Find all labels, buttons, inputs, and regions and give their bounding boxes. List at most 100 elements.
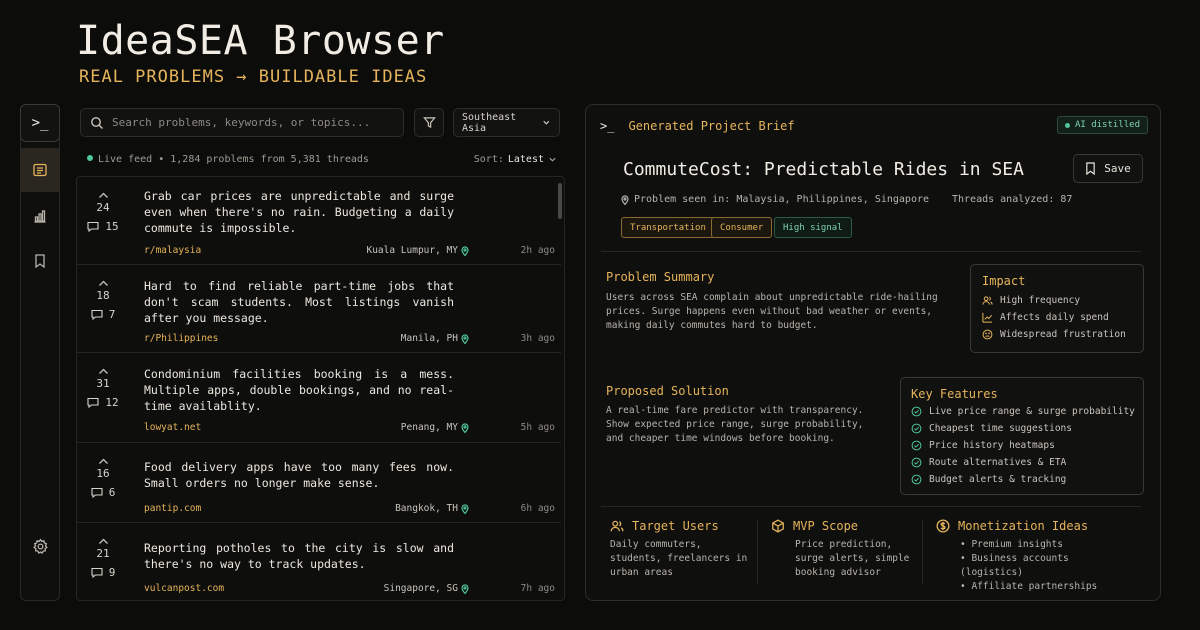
seen-in: Problem seen in: Malaysia, Philippines, … — [621, 194, 929, 205]
upvote-icon[interactable] — [98, 279, 109, 287]
location-text: Kuala Lumpur, MY — [366, 245, 458, 256]
key-features-box: Key Features Live price range & surge pr… — [900, 377, 1144, 495]
list-item[interactable]: 16 6 Food delivery apps have too many fe… — [77, 443, 561, 523]
bookmark-icon — [35, 254, 45, 269]
project-brief-panel: >_ Generated Project Brief AI distilled … — [585, 104, 1161, 601]
comment-icon — [91, 487, 103, 498]
impact-item: High frequency — [982, 292, 1126, 309]
monetization-item: • Business accounts (logistics) — [960, 553, 1069, 578]
app-title: IdeaSEA Browser — [76, 18, 445, 64]
project-title: CommuteCost: Predictable Rides in SEA — [623, 159, 1024, 180]
sort-dropdown[interactable]: Sort: Latest — [474, 154, 557, 165]
problem-summary-text: Users across SEA complain about unpredic… — [606, 292, 938, 331]
proposed-solution-text: A real-time fare predictor with transpar… — [606, 405, 864, 444]
app-tagline: REAL PROBLEMS → BUILDABLE IDEAS — [79, 67, 428, 87]
feed-status-bar: Live feed • 1,284 problems from 5,381 th… — [87, 154, 557, 165]
post-source[interactable]: r/malaysia — [144, 245, 201, 256]
filter-icon — [422, 117, 436, 129]
post-text: Food delivery apps have too many fees no… — [144, 460, 454, 490]
comment-count: 15 — [105, 220, 119, 233]
impact-item: Widespread frustration — [982, 326, 1126, 343]
upvote-icon[interactable] — [98, 367, 109, 375]
comment-icon — [87, 221, 99, 232]
search-input[interactable] — [112, 116, 382, 129]
upvote-icon[interactable] — [98, 537, 109, 545]
list-item[interactable]: 31 12 Condominium facilities booking is … — [77, 353, 561, 443]
post-time: 5h ago — [520, 422, 555, 433]
tag-high-signal[interactable]: High signal — [774, 217, 852, 238]
post-time: 7h ago — [520, 583, 555, 594]
impact-item: Affects daily spend — [982, 309, 1126, 326]
terminal-icon: >_ — [31, 115, 49, 131]
settings-button[interactable] — [21, 524, 59, 568]
problem-feed[interactable]: 24 15 Grab car prices are unpredictable … — [76, 176, 565, 601]
ai-badge-label: AI distilled — [1074, 120, 1140, 130]
post-time: 6h ago — [520, 503, 555, 514]
post-location: Manila, PH — [401, 333, 469, 344]
check-circle-icon — [911, 474, 922, 485]
mvp-scope-text: Price prediction, surge alerts, simple b… — [795, 539, 910, 578]
post-source[interactable]: r/Philippines — [144, 333, 218, 344]
comment-icon — [91, 309, 103, 320]
list-item[interactable]: 18 7 Hard to find reliable part-time job… — [77, 265, 561, 353]
monetization-item: • Affiliate partnerships — [960, 581, 1098, 592]
pin-icon — [461, 503, 469, 514]
pin-icon — [461, 422, 469, 433]
location-text: Manila, PH — [400, 333, 458, 344]
check-circle-icon — [911, 457, 922, 468]
threads-analyzed: Threads analyzed: 87 — [952, 194, 1073, 205]
post-location: Singapore, SG — [384, 583, 469, 594]
feed-stats: • 1,284 problems from 5,381 threads — [158, 154, 369, 165]
search-icon — [91, 116, 103, 129]
upvote-icon[interactable] — [98, 457, 109, 465]
chevron-down-icon — [543, 120, 550, 125]
vote-count: 24 — [96, 201, 110, 214]
comment-count: 9 — [108, 566, 116, 579]
sidebar-item-feed[interactable] — [21, 148, 59, 192]
live-indicator — [87, 155, 93, 161]
search-box[interactable] — [80, 108, 404, 137]
post-source[interactable]: vulcanpost.com — [144, 583, 224, 594]
users-icon — [610, 520, 624, 532]
impact-label: Widespread frustration — [1000, 329, 1126, 340]
check-circle-icon — [911, 406, 922, 417]
region-select[interactable]: Southeast Asia — [453, 108, 560, 137]
location-text: Penang, MY — [400, 422, 458, 433]
post-location: Kuala Lumpur, MY — [366, 245, 469, 256]
terminal-button[interactable]: >_ — [20, 104, 60, 142]
list-item[interactable]: 21 9 Reporting potholes to the city is s… — [77, 523, 561, 600]
monetization-list: • Premium insights • Business accounts (… — [936, 538, 1136, 594]
tag-transportation[interactable]: Transportation — [621, 217, 715, 238]
mvp-scope-section: MVP Scope Price prediction, surge alerts… — [771, 519, 911, 580]
feature-item: Cheapest time suggestions — [911, 420, 1135, 437]
vote-column: 31 12 — [77, 367, 129, 409]
upvote-icon[interactable] — [98, 191, 109, 199]
divider — [601, 251, 1141, 252]
post-text: Condominium facilities booking is a mess… — [144, 367, 454, 413]
post-source[interactable]: lowyat.net — [144, 422, 201, 433]
location-text: Singapore, SG — [383, 583, 458, 594]
sidebar-item-saved[interactable] — [21, 239, 59, 283]
vote-column: 16 6 — [77, 457, 129, 499]
vote-count: 21 — [96, 547, 110, 560]
vote-count: 18 — [96, 289, 110, 302]
comment-icon — [87, 397, 99, 408]
sidebar-item-analytics[interactable] — [21, 194, 59, 238]
impact-box: Impact High frequency Affects daily spen… — [970, 264, 1144, 353]
chart-icon — [34, 210, 46, 223]
list-item[interactable]: 24 15 Grab car prices are unpredictable … — [77, 177, 561, 265]
comment-icon — [91, 567, 103, 578]
filter-button[interactable] — [414, 108, 444, 137]
post-source[interactable]: pantip.com — [144, 503, 201, 514]
region-value: Southeast Asia — [462, 111, 517, 134]
save-label: Save — [1104, 162, 1131, 175]
impact-label: High frequency — [1000, 295, 1081, 306]
pin-icon — [461, 333, 469, 344]
monetization-section: Monetization Ideas • Premium insights • … — [936, 519, 1136, 594]
save-button[interactable]: Save — [1073, 154, 1143, 183]
live-label: Live feed — [98, 154, 153, 165]
post-time: 2h ago — [520, 245, 555, 256]
tag-consumer[interactable]: Consumer — [711, 217, 773, 238]
vote-column: 21 9 — [77, 537, 129, 579]
target-users-section: Target Users Daily commuters, students, … — [610, 519, 750, 580]
